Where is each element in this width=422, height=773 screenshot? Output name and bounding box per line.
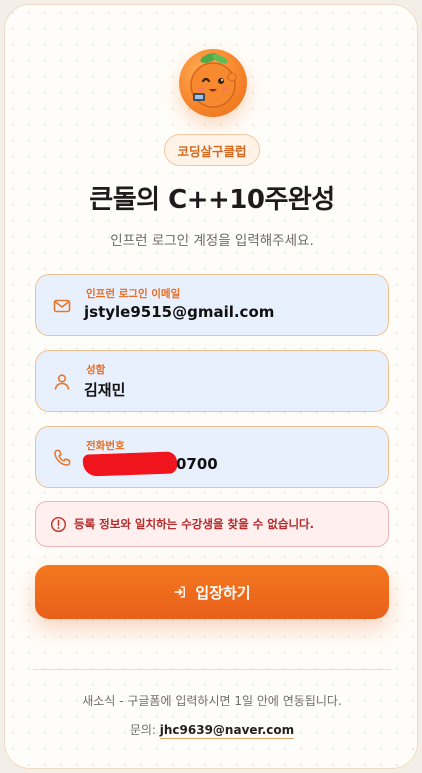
footer-contact: 문의: jhc9639@naver.com bbox=[5, 721, 417, 739]
contact-email-link[interactable]: jhc9639@naver.com bbox=[159, 723, 295, 739]
name-field[interactable]: 성함 김재민 bbox=[35, 350, 389, 412]
email-field[interactable]: 인프런 로그인 이메일 jstyle9515@gmail.com bbox=[35, 274, 389, 336]
page-title: 큰돌의 C++10주완성 bbox=[89, 185, 335, 215]
alert-circle-icon bbox=[50, 516, 67, 533]
login-icon bbox=[174, 586, 186, 598]
phone-field-label: 전화번호 bbox=[86, 440, 125, 452]
enter-button[interactable]: 입장하기 bbox=[35, 565, 389, 619]
page-subtitle: 인프런 로그인 계정을 입력해주세요. bbox=[110, 233, 314, 249]
apricot-mascot-logo bbox=[179, 49, 247, 117]
redaction-mark bbox=[82, 451, 178, 477]
name-field-value[interactable]: 김재민 bbox=[84, 379, 125, 400]
name-field-label: 성함 bbox=[86, 364, 106, 376]
phone-field[interactable]: 전화번호 0700 bbox=[35, 426, 389, 488]
club-badge: 코딩살구클럽 bbox=[164, 134, 260, 166]
mail-icon bbox=[53, 299, 71, 313]
divider bbox=[33, 669, 391, 670]
enter-button-label: 입장하기 bbox=[195, 583, 251, 602]
error-alert: 등록 정보와 일치하는 수강생을 찾을 수 없습니다. bbox=[35, 501, 389, 547]
footer-note: 새소식 - 구글폼에 입력하시면 1일 안에 연동됩니다. bbox=[82, 694, 342, 708]
contact-label: 문의: bbox=[129, 723, 156, 737]
error-message: 등록 정보와 일치하는 수강생을 찾을 수 없습니다. bbox=[74, 517, 314, 531]
email-field-value[interactable]: jstyle9515@gmail.com bbox=[84, 303, 274, 321]
user-icon bbox=[54, 374, 70, 390]
email-field-label: 인프런 로그인 이메일 bbox=[86, 288, 181, 300]
phone-icon bbox=[54, 449, 71, 466]
login-card: 코딩살구클럽 큰돌의 C++10주완성 인프런 로그인 계정을 입력해주세요. … bbox=[4, 4, 418, 769]
phone-field-value[interactable]: 0700 bbox=[176, 455, 218, 473]
